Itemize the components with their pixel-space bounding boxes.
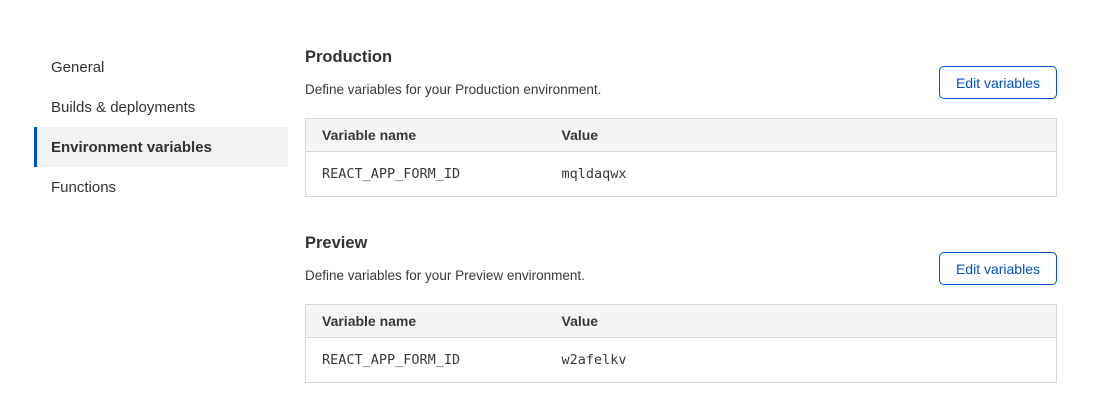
production-section-header: Production Define variables for your Pro…	[305, 46, 1057, 99]
settings-sidebar: General Builds & deployments Environment…	[34, 47, 288, 207]
sidebar-item-label: Functions	[51, 179, 116, 196]
variable-value-cell: mqldaqwx	[546, 152, 1057, 197]
preview-section-header: Preview Define variables for your Previe…	[305, 232, 1057, 285]
column-header-variable-name: Variable name	[306, 305, 546, 338]
preview-edit-variables-button[interactable]: Edit variables	[939, 252, 1057, 285]
sidebar-item-general[interactable]: General	[34, 47, 288, 87]
sidebar-item-environment-variables[interactable]: Environment variables	[34, 127, 288, 167]
column-header-value: Value	[546, 119, 1057, 152]
table-header-row: Variable name Value	[306, 305, 1057, 338]
production-section-titles: Production Define variables for your Pro…	[305, 46, 601, 99]
sidebar-item-label: General	[51, 59, 104, 76]
column-header-variable-name: Variable name	[306, 119, 546, 152]
column-header-value: Value	[546, 305, 1057, 338]
production-edit-variables-button[interactable]: Edit variables	[939, 66, 1057, 99]
table-row: REACT_APP_FORM_ID w2afelkv	[306, 338, 1057, 383]
sidebar-item-builds-deployments[interactable]: Builds & deployments	[34, 87, 288, 127]
production-section: Production Define variables for your Pro…	[305, 46, 1057, 197]
production-title: Production	[305, 46, 601, 68]
production-variables-table: Variable name Value REACT_APP_FORM_ID mq…	[305, 118, 1057, 197]
table-row: REACT_APP_FORM_ID mqldaqwx	[306, 152, 1057, 197]
variable-name-cell: REACT_APP_FORM_ID	[306, 152, 546, 197]
preview-title: Preview	[305, 232, 585, 254]
preview-description: Define variables for your Preview enviro…	[305, 266, 585, 285]
sidebar-item-label: Environment variables	[51, 139, 212, 156]
environment-variables-panel: Production Define variables for your Pro…	[305, 46, 1057, 383]
preview-variables-table: Variable name Value REACT_APP_FORM_ID w2…	[305, 304, 1057, 383]
variable-name-cell: REACT_APP_FORM_ID	[306, 338, 546, 383]
table-header-row: Variable name Value	[306, 119, 1057, 152]
production-description: Define variables for your Production env…	[305, 80, 601, 99]
variable-value-cell: w2afelkv	[546, 338, 1057, 383]
preview-section: Preview Define variables for your Previe…	[305, 232, 1057, 383]
sidebar-item-label: Builds & deployments	[51, 99, 195, 116]
sidebar-item-functions[interactable]: Functions	[34, 167, 288, 207]
preview-section-titles: Preview Define variables for your Previe…	[305, 232, 585, 285]
